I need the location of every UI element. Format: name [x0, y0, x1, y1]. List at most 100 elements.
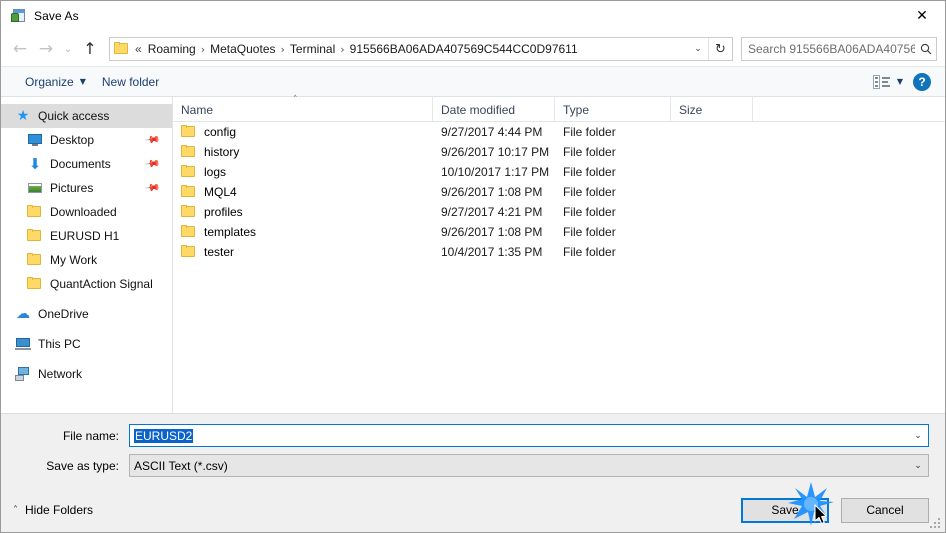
table-row[interactable]: tester 10/4/2017 1:35 PM File folder — [173, 242, 945, 262]
sidebar-item-label: My Work — [50, 253, 98, 267]
breadcrumb-item-roaming[interactable]: Roaming — [144, 40, 200, 58]
type-cell: File folder — [563, 165, 616, 179]
help-icon[interactable]: ? — [913, 72, 931, 91]
table-row[interactable]: MQL4 9/26/2017 1:08 PM File folder — [173, 182, 945, 202]
address-dropdown-button[interactable]: ⌄ — [688, 38, 708, 60]
sidebar-item-eurusd-h1[interactable]: EURUSD H1 — [1, 224, 172, 248]
desktop-icon — [27, 132, 43, 148]
search-box[interactable]: Search 915566BA06ADA40756... — [741, 37, 937, 61]
type-cell: File folder — [563, 205, 616, 219]
folder-icon — [181, 185, 197, 199]
file-name-input[interactable]: EURUSD2 — [130, 428, 908, 443]
type-cell: File folder — [563, 125, 616, 139]
folder-icon — [181, 145, 197, 159]
table-row[interactable]: templates 9/26/2017 1:08 PM File folder — [173, 222, 945, 242]
column-label: Name — [181, 102, 214, 117]
folder-icon — [114, 42, 130, 56]
column-header-type[interactable]: Type — [555, 97, 671, 122]
folder-icon — [181, 245, 197, 259]
up-button[interactable]: ↑ — [77, 37, 103, 61]
chevron-down-icon: ⌄ — [63, 43, 73, 55]
file-name-cell: history — [173, 142, 433, 162]
file-name-cell: MQL4 — [173, 182, 433, 202]
sidebar-item-downloaded[interactable]: Downloaded — [1, 200, 172, 224]
file-name-text: MQL4 — [204, 185, 237, 199]
sidebar-item-quick-access[interactable]: ★ Quick access — [1, 104, 172, 128]
save-as-type-label: Save as type: — [46, 458, 119, 473]
hide-folders-button[interactable]: ˄ Hide Folders — [13, 503, 93, 517]
file-name-cell: config — [173, 122, 433, 142]
pin-icon[interactable]: 📌 — [143, 156, 160, 172]
address-bar[interactable]: « Roaming › MetaQuotes › Terminal › 9155… — [109, 37, 733, 61]
sidebar-item-my-work[interactable]: My Work — [1, 248, 172, 272]
sidebar-item-documents[interactable]: ⬇ Documents 📌 — [1, 152, 172, 176]
navigation-pane: ★ Quick access Desktop 📌 ⬇ Documents 📌 P… — [1, 97, 173, 413]
resize-grip[interactable] — [930, 518, 942, 530]
save-button-label: Save — [771, 503, 799, 517]
chevron-down-icon: ⌄ — [914, 460, 922, 471]
date-modified-cell: 9/27/2017 4:21 PM — [441, 205, 543, 219]
pin-icon[interactable]: 📌 — [143, 132, 160, 148]
folder-icon — [181, 125, 197, 139]
date-modified-cell: 9/27/2017 4:44 PM — [441, 125, 543, 139]
file-name-dropdown-button[interactable]: ⌄ — [908, 425, 928, 446]
breadcrumb-overflow[interactable]: « — [132, 40, 144, 58]
sidebar-item-network[interactable]: Network — [1, 362, 172, 386]
column-headers: ˄ Name Date modified Type Size — [173, 95, 945, 122]
chevron-down-icon: ▼ — [79, 77, 86, 86]
onedrive-cloud-icon: ☁ — [16, 306, 30, 322]
new-folder-button[interactable]: New folder — [94, 72, 167, 92]
table-row[interactable]: history 9/26/2017 10:17 PM File folder — [173, 142, 945, 162]
save-as-type-combobox[interactable]: ASCII Text (*.csv) ⌄ — [129, 454, 929, 477]
cancel-button-label: Cancel — [866, 503, 904, 517]
column-label: Size — [679, 102, 703, 117]
save-as-app-icon — [10, 8, 26, 24]
recent-locations-button[interactable]: ⌄ — [59, 37, 77, 61]
size-cell — [671, 122, 753, 142]
column-label: Date modified — [441, 102, 516, 117]
refresh-icon: ↻ — [715, 41, 726, 57]
sidebar-item-label: EURUSD H1 — [50, 229, 120, 243]
cancel-button[interactable]: Cancel — [841, 497, 929, 523]
sidebar-item-desktop[interactable]: Desktop 📌 — [1, 128, 172, 152]
table-row[interactable]: profiles 9/27/2017 4:21 PM File folder — [173, 202, 945, 222]
organize-label: Organize — [25, 74, 74, 89]
type-cell: File folder — [563, 145, 616, 159]
sidebar-item-quantaction-signal[interactable]: QuantAction Signal — [1, 272, 172, 296]
date-modified-cell: 9/26/2017 10:17 PM — [441, 145, 550, 159]
close-icon: ✕ — [916, 8, 928, 24]
this-pc-icon — [15, 336, 31, 352]
folder-icon — [27, 252, 43, 268]
sidebar-item-this-pc[interactable]: This PC — [1, 332, 172, 356]
file-name-text: tester — [204, 245, 235, 259]
sidebar-item-pictures[interactable]: Pictures 📌 — [1, 176, 172, 200]
column-header-size[interactable]: Size — [671, 97, 753, 122]
save-button[interactable]: Save — [741, 497, 829, 523]
file-name-combobox[interactable]: EURUSD2 ⌄ — [129, 424, 929, 447]
pin-icon[interactable]: 📌 — [143, 180, 160, 196]
sidebar-item-label: This PC — [38, 337, 81, 351]
search-input[interactable]: Search 915566BA06ADA40756... — [742, 42, 915, 56]
table-row[interactable]: config 9/27/2017 4:44 PM File folder — [173, 122, 945, 142]
file-name-text: profiles — [204, 205, 243, 219]
file-name-text: config — [204, 125, 237, 139]
close-button[interactable]: ✕ — [899, 1, 945, 31]
back-button[interactable]: ← — [7, 37, 33, 61]
view-options-button[interactable]: ▼ — [872, 74, 913, 89]
sidebar-item-onedrive[interactable]: ☁ OneDrive — [1, 302, 172, 326]
save-as-type-value: ASCII Text (*.csv) — [134, 458, 228, 473]
forward-button[interactable]: → — [33, 37, 59, 61]
column-header-name[interactable]: ˄ Name — [173, 95, 433, 122]
date-modified-cell: 9/26/2017 1:08 PM — [441, 225, 543, 239]
breadcrumb-item-metaquotes[interactable]: MetaQuotes — [206, 40, 279, 58]
breadcrumb-item-terminal[interactable]: Terminal — [286, 40, 339, 58]
breadcrumb-item-instance[interactable]: 915566BA06ADA407569C544CC0D97611 — [346, 40, 582, 58]
column-header-date-modified[interactable]: Date modified — [433, 97, 555, 122]
refresh-button[interactable]: ↻ — [708, 38, 732, 60]
save-as-type-dropdown-button[interactable]: ⌄ — [908, 455, 928, 476]
help-label: ? — [918, 74, 926, 89]
sidebar-item-label: QuantAction Signal — [50, 277, 153, 291]
organize-button[interactable]: Organize ▼ — [17, 72, 94, 92]
file-list-pane: ˄ Name Date modified Type Size config 9/2… — [173, 95, 945, 413]
table-row[interactable]: logs 10/10/2017 1:17 PM File folder — [173, 162, 945, 182]
